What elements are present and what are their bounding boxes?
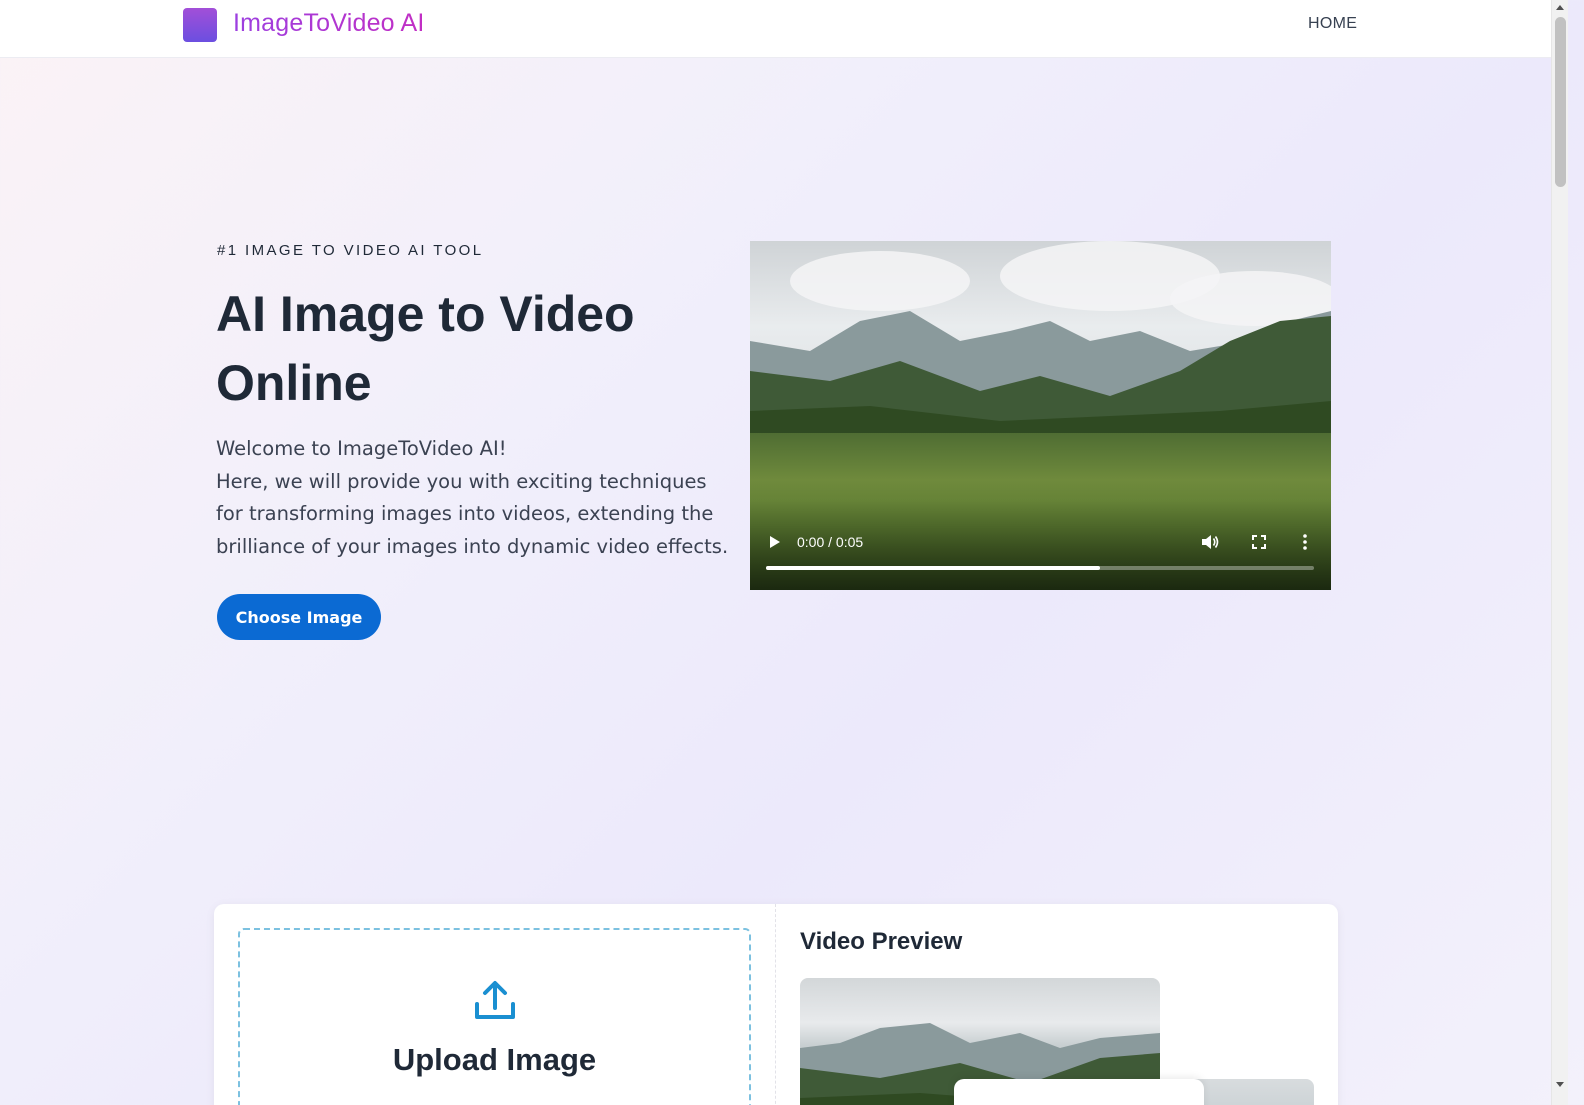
video-preview-title: Video Preview (800, 928, 963, 955)
hero-welcome-line: Welcome to ImageToVideo AI! (216, 437, 507, 460)
scroll-up-arrow-icon[interactable] (1556, 5, 1564, 10)
site-header: ▶ ▣ ImageToVideo AI HOME (0, 0, 1568, 942)
volume-icon[interactable] (1202, 534, 1220, 550)
hero-video-player[interactable]: 0:00 / 0:05 (750, 241, 1331, 590)
page-scrollbar[interactable] (1551, 0, 1568, 1105)
upload-icon (475, 981, 515, 1019)
nav-home-link[interactable]: HOME (1308, 15, 1357, 33)
brand-name[interactable]: ImageToVideo AI (233, 9, 425, 38)
video-time: 0:00 / 0:05 (797, 534, 864, 550)
choose-image-button[interactable]: Choose Image (217, 594, 381, 640)
video-progress-fill (766, 566, 1101, 570)
converter-panel: Upload Image Video Preview (214, 904, 1338, 1105)
fullscreen-icon[interactable] (1252, 535, 1266, 549)
video-progress-bar[interactable] (766, 566, 1314, 570)
logo-icon[interactable]: ▶ ▣ (183, 8, 411, 942)
play-icon[interactable] (770, 536, 780, 548)
scroll-down-arrow-icon[interactable] (1556, 1082, 1564, 1087)
upload-dropzone[interactable]: Upload Image (238, 928, 751, 1105)
upload-title: Upload Image (392, 1042, 597, 1077)
hero-description-line: Here, we will provide you with exciting … (216, 469, 729, 558)
hero-eyebrow: #1 IMAGE TO VIDEO AI TOOL (217, 242, 484, 259)
hero-title: AI Image to Video Online (216, 286, 635, 411)
scroll-thumb[interactable] (1555, 17, 1566, 187)
preview-overlay-card (954, 1079, 1204, 1105)
hero-description: Welcome to ImageToVideo AI! Here, we wil… (216, 433, 736, 563)
more-options-icon[interactable] (1303, 534, 1307, 550)
panel-divider (775, 904, 776, 1105)
